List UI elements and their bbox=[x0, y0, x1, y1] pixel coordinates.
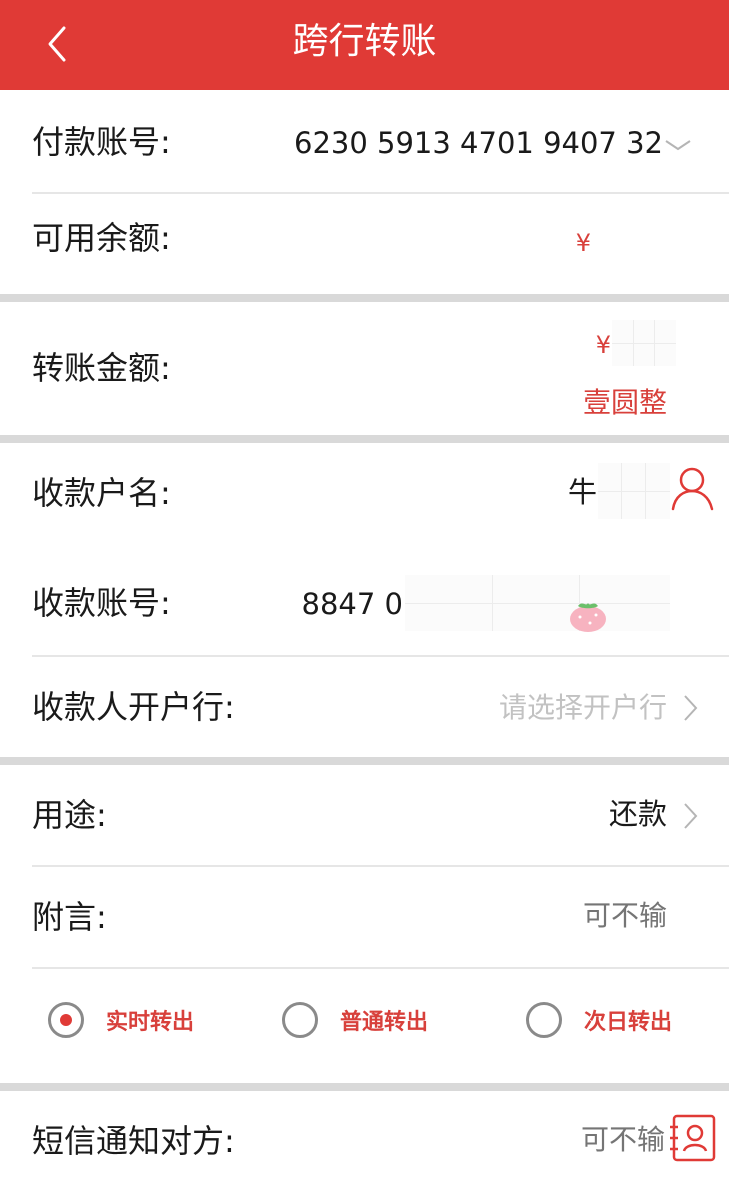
payee-bank-label: 收款人开户行: bbox=[32, 688, 235, 726]
amount-input[interactable] bbox=[612, 320, 676, 366]
payee-account-partial: 8847 0 bbox=[301, 587, 403, 621]
sms-phone-input[interactable] bbox=[465, 1119, 665, 1159]
payer-account-label: 付款账号: bbox=[32, 123, 171, 161]
payee-name-label: 收款户名: bbox=[32, 474, 171, 512]
top-bar: 跨行转账 bbox=[0, 0, 729, 90]
page-title: 跨行转账 bbox=[292, 21, 437, 62]
radio-realtime[interactable]: 实时转出 bbox=[48, 998, 194, 1042]
contacts-person-icon[interactable] bbox=[670, 465, 716, 513]
radio-next-day[interactable]: 次日转出 bbox=[526, 998, 672, 1042]
payee-name-masked bbox=[598, 463, 670, 519]
payee-account-label: 收款账号: bbox=[32, 584, 171, 622]
purpose-value: 还款 bbox=[608, 797, 667, 831]
sms-label: 短信通知对方: bbox=[32, 1122, 235, 1160]
divider bbox=[32, 967, 729, 969]
payee-name-partial: 牛 bbox=[567, 475, 597, 509]
payee-name-row[interactable]: 收款户名: 牛 bbox=[0, 443, 729, 545]
radio-normal[interactable]: 普通转出 bbox=[282, 998, 428, 1042]
transfer-mode-group: 实时转出 普通转出 次日转出 bbox=[0, 980, 729, 1060]
amount-currency: ¥ bbox=[595, 331, 611, 359]
balance-currency: ¥ bbox=[575, 229, 591, 257]
radio-selected-icon bbox=[48, 1002, 84, 1038]
section-separator bbox=[0, 1083, 729, 1091]
memo-label: 附言: bbox=[32, 898, 107, 936]
radio-next-day-label: 次日转出 bbox=[584, 1010, 673, 1035]
chevron-right-icon bbox=[684, 803, 698, 829]
payee-bank-placeholder: 请选择开户行 bbox=[498, 691, 667, 724]
balance-row: 可用余额: ¥ bbox=[0, 194, 729, 364]
radio-unselected-icon bbox=[282, 1002, 318, 1038]
radio-unselected-icon bbox=[526, 1002, 562, 1038]
payer-account-value: 6230 5913 4701 9407 32 bbox=[294, 126, 663, 160]
payer-account-row[interactable]: 付款账号: 6230 5913 4701 9407 32 bbox=[0, 92, 729, 192]
purpose-row[interactable]: 用途: 还款 bbox=[0, 765, 729, 865]
amount-in-words: 壹圆整 bbox=[582, 386, 667, 419]
payer-section: 付款账号: 6230 5913 4701 9407 32 可用余额: ¥ bbox=[0, 92, 729, 364]
payee-bank-row[interactable]: 收款人开户行: 请选择开户行 bbox=[0, 657, 729, 757]
radio-realtime-label: 实时转出 bbox=[106, 1010, 195, 1035]
chevron-right-icon bbox=[684, 695, 698, 721]
contact-book-icon[interactable] bbox=[668, 1113, 718, 1163]
sms-section: 短信通知对方: bbox=[0, 1091, 729, 1200]
purpose-label: 用途: bbox=[32, 796, 107, 834]
payee-account-row[interactable]: 收款账号: 8847 0 bbox=[0, 545, 729, 655]
chevron-down-icon[interactable] bbox=[663, 136, 693, 156]
section-separator bbox=[0, 435, 729, 443]
amount-section: 转账金额: ¥ 壹圆整 bbox=[0, 302, 729, 435]
section-separator bbox=[0, 294, 729, 302]
strawberry-sticker-icon bbox=[570, 603, 606, 632]
payee-account-masked bbox=[405, 575, 670, 631]
memo-row[interactable]: 附言: bbox=[0, 867, 729, 967]
section-separator bbox=[0, 757, 729, 765]
payee-section: 收款户名: 牛 收款账号: 8847 0 收款人开户行: 请选择开户行 bbox=[0, 443, 729, 757]
radio-normal-label: 普通转出 bbox=[340, 1010, 429, 1035]
memo-input[interactable] bbox=[407, 895, 667, 935]
balance-label: 可用余额: bbox=[32, 219, 171, 257]
amount-label: 转账金额: bbox=[32, 349, 171, 387]
